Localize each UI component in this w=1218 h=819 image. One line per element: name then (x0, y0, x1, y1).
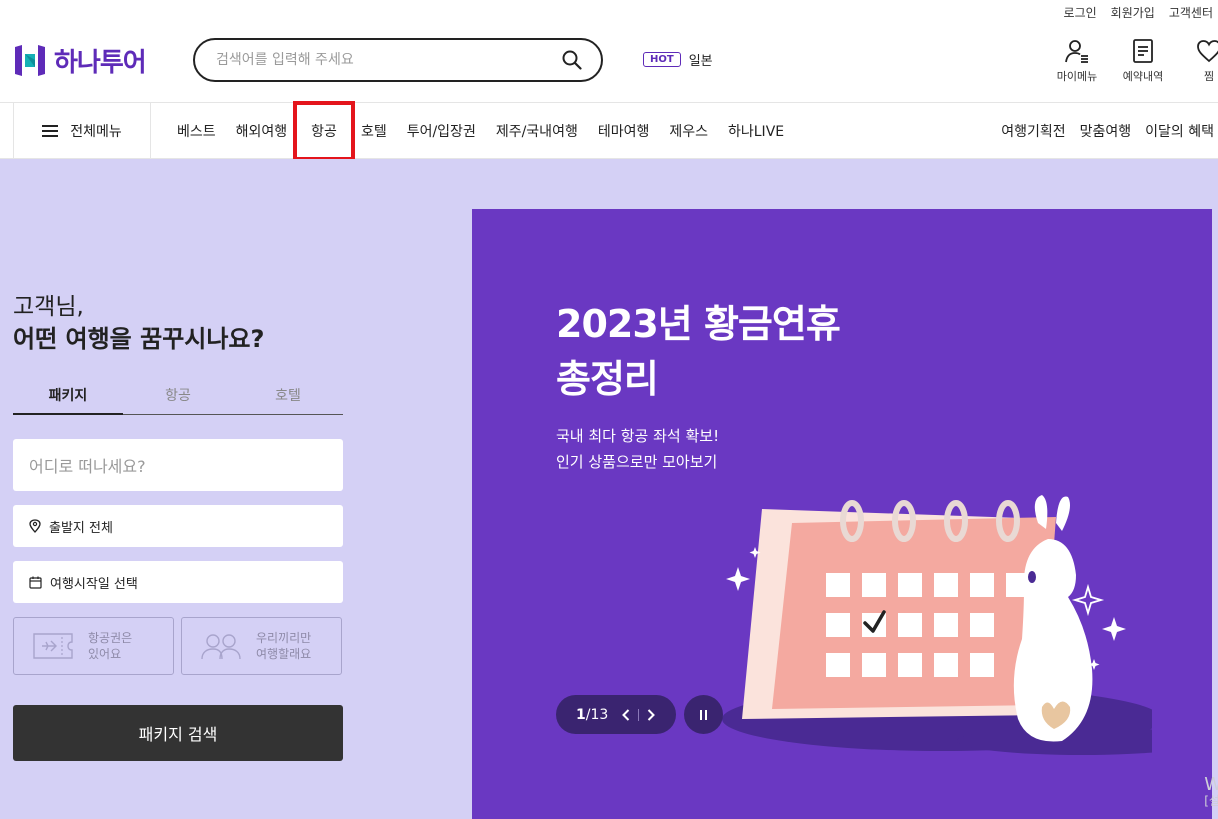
user-menu-icon (1065, 40, 1088, 63)
nav-item-jeju-domestic[interactable]: 제주/국내여행 (486, 121, 588, 141)
greeting-line1: 고객님, (13, 294, 84, 320)
calendar-rabbit-illustration (722, 495, 1152, 755)
logo-text: 하나투어 (54, 48, 147, 78)
departure-value: 출발지 전체 (49, 520, 113, 536)
date-field[interactable]: 여행시작일 선택 (13, 561, 343, 603)
private-travel-label: 우리끼리만 여행할래요 (256, 630, 312, 661)
nav-item-hana-live[interactable]: 하나LIVE (718, 121, 794, 141)
windows-activation-watermark: W [설 (1204, 774, 1218, 808)
two-people-icon (201, 634, 241, 660)
nav-item-overseas[interactable]: 해외여행 (226, 121, 298, 141)
signup-link[interactable]: 회원가입 (1111, 4, 1155, 21)
search-icon[interactable] (561, 49, 583, 71)
main-nav: 전체메뉴 베스트 해외여행 항공 호텔 투어/입장권 제주/국내여행 테마여행 … (0, 101, 1218, 161)
destination-field[interactable]: 어디로 떠나세요? (13, 439, 343, 491)
have-flight-option[interactable]: 항공권은 있어요 (13, 617, 174, 675)
nav-items: 베스트 해외여행 항공 호텔 투어/입장권 제주/국내여행 테마여행 제우스 하… (167, 101, 794, 161)
page-indicator: 1/13 (576, 706, 609, 723)
logo[interactable]: 하나투어 (13, 42, 147, 79)
hot-badge: HOT (643, 52, 681, 67)
hot-keyword-text: 일본 (688, 54, 713, 69)
nav-item-promotions[interactable]: 여행기획전 (1001, 121, 1065, 141)
tab-flight[interactable]: 항공 (123, 377, 233, 414)
my-menu-label: 마이메뉴 (1056, 70, 1098, 83)
document-icon (1133, 39, 1153, 63)
support-link[interactable]: 고객센터 (1169, 4, 1213, 21)
banner-title: 2023년 황금연휴 총정리 (556, 302, 841, 402)
hamburger-icon (42, 125, 59, 137)
tab-package[interactable]: 패키지 (13, 377, 123, 415)
have-flight-label: 항공권은 있어요 (88, 630, 133, 661)
hot-keyword[interactable]: HOT 일본 (643, 50, 713, 69)
chevron-left-icon (622, 708, 630, 721)
all-menu-button[interactable]: 전체메뉴 (13, 103, 151, 159)
main-section: 고객님, 어떤 여행을 꿈꾸시나요? 패키지 항공 호텔 어디로 떠나세요? 출… (0, 159, 1218, 819)
login-link[interactable]: 로그인 (1064, 4, 1097, 21)
reservations-button[interactable]: 예약내역 (1120, 38, 1166, 84)
chevron-right-icon (648, 708, 656, 721)
search-box (193, 38, 603, 82)
search-tabs: 패키지 항공 호텔 (13, 377, 343, 415)
reservations-label: 예약내역 (1122, 70, 1164, 83)
location-pin-icon (29, 519, 41, 533)
nav-item-theme[interactable]: 테마여행 (588, 121, 660, 141)
nav-item-flight[interactable]: 항공 (293, 101, 355, 161)
nav-right-items: 여행기획전 맞춤여행 이달의 혜택 (1001, 103, 1214, 159)
pause-icon (700, 709, 707, 720)
my-menu-button[interactable]: 마이메뉴 (1054, 38, 1100, 84)
utility-links: 로그인 회원가입 고객센터 (1064, 4, 1213, 21)
departure-field[interactable]: 출발지 전체 (13, 505, 343, 547)
greeting-line2: 어떤 여행을 꿈꾸시나요? (13, 325, 265, 353)
package-search-button[interactable]: 패키지 검색 (13, 705, 343, 761)
all-menu-label: 전체메뉴 (70, 124, 122, 140)
date-value: 여행시작일 선택 (50, 576, 138, 592)
wishlist-button[interactable]: 찜 (1186, 38, 1218, 84)
header-icons: 마이메뉴 예약내역 찜 (1054, 38, 1218, 84)
ticket-plane-icon (33, 633, 73, 659)
promo-banner[interactable]: 2023년 황금연휴 총정리 국내 최다 항공 좌석 확보! 인기 상품으로만 … (472, 209, 1212, 819)
nav-item-tour-tickets[interactable]: 투어/입장권 (397, 121, 486, 141)
search-input[interactable] (216, 52, 561, 68)
next-slide-button[interactable] (643, 705, 659, 725)
private-travel-option[interactable]: 우리끼리만 여행할래요 (181, 617, 342, 675)
wishlist-label: 찜 (1203, 70, 1215, 83)
calendar-icon (29, 576, 42, 589)
destination-placeholder: 어디로 떠나세요? (29, 457, 146, 476)
nav-item-hotel[interactable]: 호텔 (351, 121, 397, 141)
tab-hotel[interactable]: 호텔 (233, 377, 343, 414)
nav-item-monthly-benefits[interactable]: 이달의 혜택 (1145, 121, 1214, 141)
logo-mark-icon (13, 44, 47, 77)
banner-subtitle: 국내 최다 항공 좌석 확보! 인기 상품으로만 모아보기 (556, 427, 720, 472)
nav-item-best[interactable]: 베스트 (167, 121, 226, 141)
banner-pager: 1/13 (556, 695, 676, 734)
nav-item-zeus[interactable]: 제우스 (659, 121, 718, 141)
pause-button[interactable] (684, 695, 723, 734)
heart-icon (1197, 40, 1218, 63)
prev-slide-button[interactable] (618, 705, 634, 725)
nav-item-custom-travel[interactable]: 맞춤여행 (1080, 121, 1132, 141)
